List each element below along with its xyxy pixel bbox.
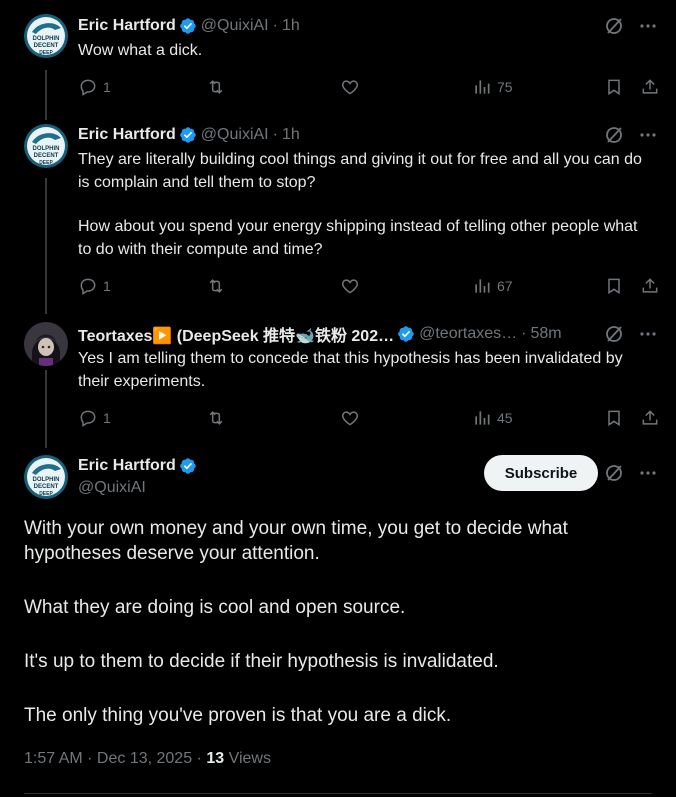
main-tweet-text: With your own money and your own time, y… — [24, 516, 652, 728]
author-name[interactable]: Eric Hartford — [78, 457, 176, 475]
avatar-label: DECENT — [34, 484, 59, 490]
tweet-subheader: @QuixiAI — [78, 477, 476, 499]
tweet-paragraph: It's up to them to decide if their hypot… — [24, 651, 499, 672]
tweet-timestamp[interactable]: 1:57 AM · Dec 13, 2025 · — [24, 750, 206, 767]
divider — [24, 793, 652, 794]
subscribe-button[interactable]: Subscribe — [484, 455, 598, 491]
avatar-label: DEEP — [39, 491, 53, 497]
verified-icon — [179, 458, 196, 474]
author-handle[interactable]: @QuixiAI — [78, 479, 146, 497]
views-label: Views — [224, 750, 271, 767]
views-count: 13 — [206, 750, 225, 767]
avatar[interactable]: DOLPHIN DECENT DEEP — [24, 455, 68, 499]
main-tweet: DOLPHIN DECENT DEEP Eric Hartford @Quixi… — [0, 0, 676, 797]
tweet-meta: 1:57 AM · Dec 13, 2025 · 13 Views — [24, 750, 271, 768]
tweet-paragraph: What they are doing is cool and open sou… — [24, 597, 406, 618]
avatar-label: DOLPHIN — [33, 477, 60, 483]
grok-icon[interactable] — [604, 463, 624, 483]
tweet-paragraph: With your own money and your own time, y… — [24, 518, 568, 564]
more-icon[interactable] — [638, 463, 658, 483]
tweet-header: Eric Hartford — [78, 455, 476, 477]
tweet-paragraph: The only thing you've proven is that you… — [24, 705, 452, 726]
